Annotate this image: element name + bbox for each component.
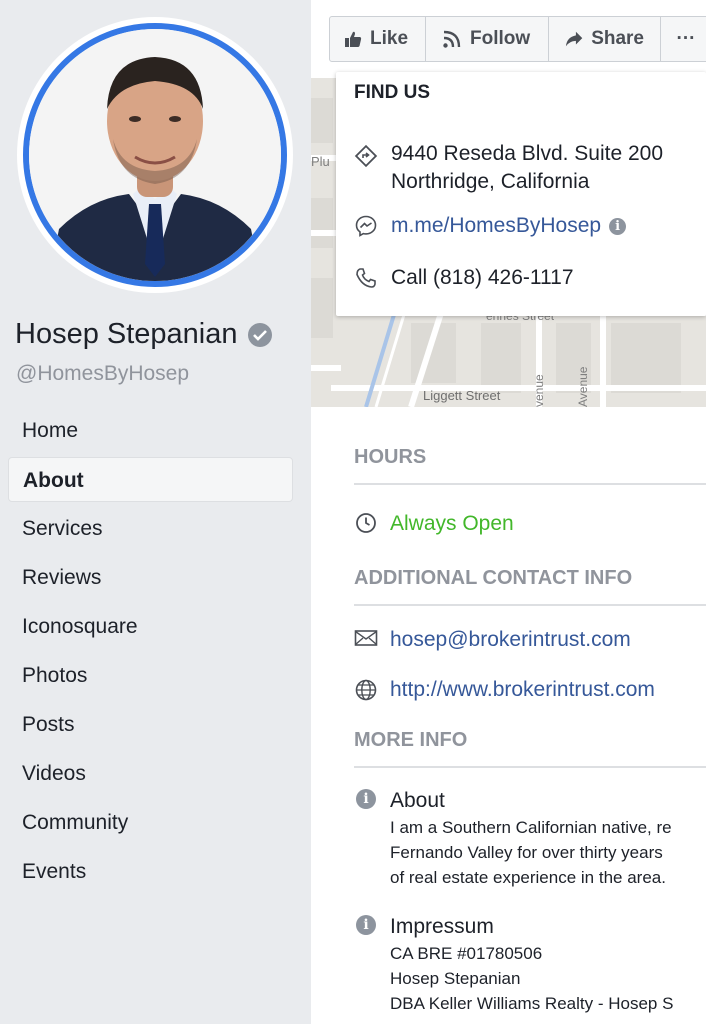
find-us-title: FIND US bbox=[354, 82, 430, 103]
profile-picture[interactable] bbox=[17, 17, 293, 293]
about-block: i About I am a Southern Californian nati… bbox=[354, 787, 706, 890]
share-button[interactable]: Share bbox=[549, 17, 661, 61]
map-label-avenue: Avenue bbox=[576, 366, 590, 407]
impressum-line-2: Hosep Stepanian bbox=[390, 969, 521, 988]
nav-item-services[interactable]: Services bbox=[8, 506, 293, 551]
nav-item-community[interactable]: Community bbox=[8, 800, 293, 845]
impressum-block: i Impressum CA BRE #01780506 Hosep Stepa… bbox=[354, 913, 706, 1016]
clock-icon bbox=[356, 513, 376, 533]
left-sidebar: Hosep Stepanian @HomesByHosep Home About… bbox=[0, 0, 311, 1024]
nav-item-reviews[interactable]: Reviews bbox=[8, 555, 293, 600]
page-nav: Home About Services Reviews Iconosquare … bbox=[8, 408, 293, 898]
profile-photo-image bbox=[29, 29, 281, 281]
like-button[interactable]: Like bbox=[330, 17, 426, 61]
impressum-line-3: DBA Keller Williams Realty - Hosep S bbox=[390, 994, 674, 1013]
email-link[interactable]: hosep@brokerintrust.com bbox=[390, 626, 631, 654]
envelope-icon bbox=[354, 630, 378, 646]
hours-row: Always Open bbox=[354, 510, 706, 538]
email-row[interactable]: hosep@brokerintrust.com bbox=[354, 626, 706, 654]
about-line-2: Fernando Valley for over thirty years bbox=[390, 843, 663, 862]
globe-icon bbox=[355, 679, 377, 701]
nav-item-iconosquare[interactable]: Iconosquare bbox=[8, 604, 293, 649]
impressum-title: Impressum bbox=[390, 915, 494, 938]
share-label: Share bbox=[591, 28, 644, 49]
find-us-card: FIND US 9440 Reseda Blvd. Suite 200 Nort… bbox=[336, 72, 706, 316]
directions-icon bbox=[354, 144, 378, 168]
contact-heading: ADDITIONAL CONTACT INFO bbox=[354, 567, 706, 606]
hours-status: Always Open bbox=[390, 512, 514, 535]
impressum-line-1: CA BRE #01780506 bbox=[390, 944, 543, 963]
about-line-1: I am a Southern Californian native, re bbox=[390, 818, 672, 837]
more-dots-icon: ··· bbox=[676, 28, 696, 49]
info-circle-icon: i bbox=[356, 789, 376, 809]
address-row[interactable]: 9440 Reseda Blvd. Suite 200 Northridge, … bbox=[353, 140, 663, 196]
follow-button[interactable]: Follow bbox=[426, 17, 549, 61]
map-label-liggett: Liggett Street bbox=[423, 388, 501, 403]
share-arrow-icon bbox=[565, 31, 583, 47]
page-action-bar: Like Follow Share ··· bbox=[329, 16, 706, 62]
nav-item-about[interactable]: About bbox=[8, 457, 293, 502]
map-label-venue: venue bbox=[532, 374, 546, 407]
thumbs-up-icon bbox=[345, 31, 362, 47]
hours-heading: HOURS bbox=[354, 446, 706, 485]
map-label-plu: Plu bbox=[311, 154, 330, 169]
follow-label: Follow bbox=[470, 28, 531, 49]
nav-item-home[interactable]: Home bbox=[8, 408, 293, 453]
phone-row[interactable]: Call (818) 426-1117 bbox=[353, 264, 574, 292]
page-handle[interactable]: @HomesByHosep bbox=[16, 362, 189, 386]
messenger-icon bbox=[355, 215, 377, 237]
nav-item-videos[interactable]: Videos bbox=[8, 751, 293, 796]
more-options-button[interactable]: ··· bbox=[661, 17, 706, 61]
nav-item-posts[interactable]: Posts bbox=[8, 702, 293, 747]
main-content: Plu ennes Street Liggett Street venue Av… bbox=[311, 0, 706, 1024]
info-icon[interactable]: i bbox=[609, 218, 627, 235]
more-info-heading: MORE INFO bbox=[354, 729, 706, 768]
website-row[interactable]: http://www.brokerintrust.com bbox=[354, 676, 706, 704]
page-name-text: Hosep Stepanian bbox=[15, 318, 238, 350]
website-link[interactable]: http://www.brokerintrust.com bbox=[390, 676, 655, 704]
rss-follow-icon bbox=[443, 30, 461, 48]
about-title: About bbox=[390, 789, 445, 812]
verified-badge-icon bbox=[247, 322, 272, 347]
info-circle-icon: i bbox=[356, 915, 376, 935]
nav-item-photos[interactable]: Photos bbox=[8, 653, 293, 698]
like-label: Like bbox=[370, 28, 409, 49]
address-line-1: 9440 Reseda Blvd. Suite 200 bbox=[391, 142, 664, 165]
phone-number: Call (818) 426-1117 bbox=[391, 266, 574, 289]
messenger-link[interactable]: m.me/HomesByHosep bbox=[391, 214, 601, 237]
about-line-3: of real estate experience in the area. bbox=[390, 868, 666, 887]
avatar bbox=[23, 23, 287, 287]
nav-item-events[interactable]: Events bbox=[8, 849, 293, 894]
page-title[interactable]: Hosep Stepanian bbox=[15, 318, 272, 351]
address-line-2: Northridge, California bbox=[391, 170, 590, 193]
phone-icon bbox=[356, 268, 376, 288]
messenger-row[interactable]: m.me/HomesByHosep i bbox=[353, 212, 627, 240]
